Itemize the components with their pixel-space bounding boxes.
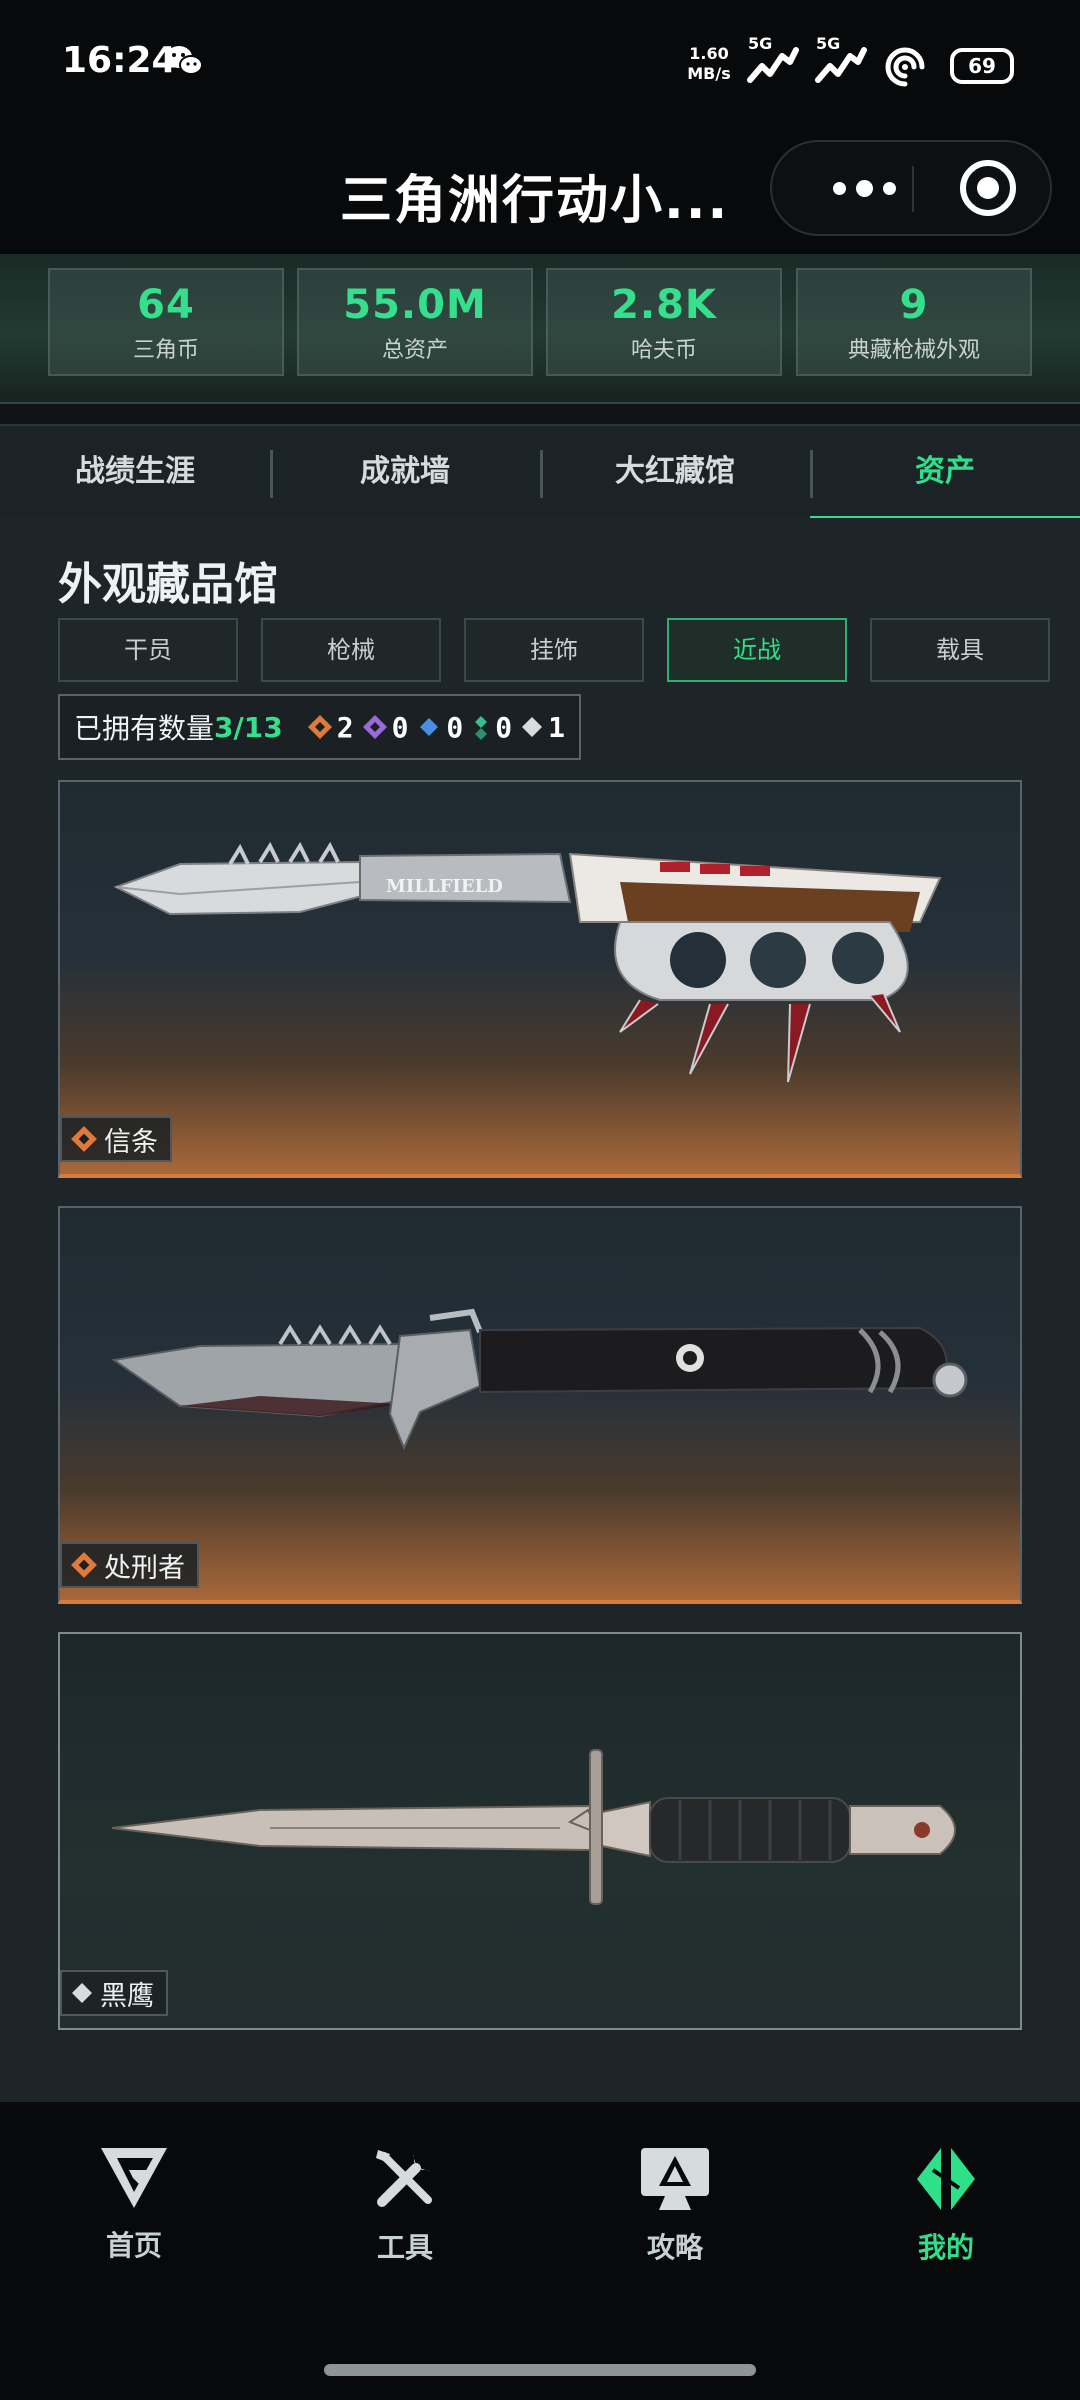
stat-label: 典藏枪械外观	[847, 338, 980, 363]
skin-name-tag: 处刑者	[60, 1542, 199, 1588]
stat-value: 2.8K	[611, 282, 717, 328]
section-title: 外观藏品馆	[58, 559, 278, 610]
svg-text:MILLFIELD: MILLFIELD	[386, 876, 503, 897]
dot-icon	[832, 181, 846, 195]
nav-guide[interactable]: 攻略	[585, 2146, 765, 2296]
orange-diamond-icon	[71, 1552, 97, 1578]
knife-image: MILLFIELD	[113, 841, 942, 1083]
white-diamond-icon	[72, 1983, 92, 2003]
knife-image	[111, 1308, 968, 1451]
green-diamond-icon	[475, 716, 488, 740]
net-speed-value: 1.60	[689, 44, 729, 63]
knife-image	[111, 1749, 956, 1905]
stat-label: 总资产	[381, 338, 448, 363]
owned-count-bar: 已拥有数量 3/13 2 0 0 0 1	[58, 694, 581, 760]
more-options-button[interactable]	[814, 142, 914, 234]
tab-career[interactable]: 战绩生涯	[0, 426, 270, 518]
stat-card-total-assets: 55.0M 总资产	[297, 268, 533, 376]
signal-icon	[747, 47, 799, 83]
skin-collection-section: 外观藏品馆 干员 枪械 挂饰 近战 载具 已拥有数量 3/13 2 0 0 0 …	[0, 518, 1080, 2102]
capsule-menu	[770, 140, 1052, 236]
stat-card-delta-coin: 64 三角币	[48, 268, 284, 376]
skin-name: 黑鹰	[100, 1980, 154, 2012]
bottom-navigation: 首页 工具 攻略 我的	[0, 2102, 1080, 2400]
filter-melee[interactable]: 近战	[667, 618, 847, 682]
net-speed-unit: MB/s	[687, 64, 731, 83]
rarity-count: 2	[336, 710, 354, 744]
page-title: 三角洲行动小...	[340, 171, 730, 231]
rarity-count: 0	[495, 710, 513, 744]
rarity-purple-count: 0	[362, 710, 409, 744]
guide-icon	[641, 2148, 709, 2210]
nav-label: 首页	[105, 2229, 162, 2262]
dot-icon	[882, 181, 896, 195]
stat-card-classic-skins: 9 典藏枪械外观	[796, 268, 1032, 376]
signal-1: 5G	[746, 32, 802, 88]
mini-program-header: 三角洲行动小...	[0, 130, 1080, 254]
orange-diamond-icon	[307, 715, 332, 739]
nav-label: 攻略	[646, 2231, 703, 2264]
filter-vehicles[interactable]: 载具	[870, 618, 1050, 682]
filter-charms[interactable]: 挂饰	[464, 618, 644, 682]
filter-operators[interactable]: 干员	[58, 618, 238, 682]
rarity-white-count: 1	[520, 711, 565, 744]
target-icon	[977, 177, 999, 199]
melee-skin-card[interactable]: MILLFIELD 信条	[58, 780, 1022, 1178]
signal-2: 5G	[814, 32, 870, 88]
skin-name-tag: 信条	[60, 1116, 172, 1162]
stat-card-haf-coin: 2.8K 哈夫币	[546, 268, 782, 376]
purple-diamond-icon	[362, 715, 387, 739]
net-speed: 1.60 MB/s	[684, 44, 734, 84]
nav-home[interactable]: 首页	[44, 2146, 224, 2296]
tab-assets[interactable]: 资产	[810, 426, 1080, 518]
tab-achievements[interactable]: 成就墙	[270, 426, 540, 518]
melee-skin-card[interactable]: 黑鹰	[58, 1632, 1022, 2030]
battery-indicator: 69	[950, 48, 1014, 84]
status-time: 16:24	[62, 40, 177, 81]
skin-name: 处刑者	[104, 1552, 185, 1584]
hotspot-icon	[885, 47, 925, 87]
capsule-divider	[912, 166, 914, 212]
status-bar: 16:24 1.60 MB/s 5G 5G 69	[0, 0, 1080, 130]
rarity-count: 1	[548, 710, 565, 744]
rarity-blue-count: 0	[416, 711, 463, 744]
blue-diamond-icon	[420, 718, 439, 736]
dot-icon	[855, 179, 873, 197]
nav-label: 工具	[376, 2231, 433, 2264]
signal-icon	[815, 47, 867, 83]
tab-red-collection[interactable]: 大红藏馆	[540, 426, 810, 518]
tools-icon	[376, 2150, 432, 2207]
wechat-icon	[166, 46, 203, 75]
home-logo-icon	[101, 2148, 167, 2208]
asset-stats: 64 三角币 55.0M 总资产 2.8K 哈夫币 9 典藏枪械外观	[0, 254, 1080, 404]
rarity-count: 0	[446, 710, 464, 744]
filter-guns[interactable]: 枪械	[261, 618, 441, 682]
rarity-count: 0	[391, 710, 409, 744]
stat-value: 55.0M	[343, 282, 487, 328]
close-mini-program-button[interactable]	[960, 160, 1016, 216]
stat-label: 三角币	[132, 338, 199, 363]
nav-tools[interactable]: 工具	[315, 2146, 495, 2296]
owned-label: 已拥有数量	[74, 712, 215, 745]
profile-logo-icon	[917, 2148, 975, 2210]
profile-tabs: 战绩生涯 成就墙 大红藏馆 资产	[0, 424, 1080, 520]
rarity-orange-count: 2	[307, 711, 354, 744]
orange-diamond-icon	[71, 1126, 97, 1152]
stat-value: 64	[137, 282, 195, 328]
skin-name: 信条	[104, 1126, 158, 1158]
nav-profile[interactable]: 我的	[856, 2146, 1036, 2296]
stat-value: 9	[899, 282, 929, 328]
stat-label: 哈夫币	[630, 338, 697, 363]
white-diamond-icon	[522, 717, 543, 737]
melee-skin-card[interactable]: 处刑者	[58, 1206, 1022, 1604]
skin-name-tag: 黑鹰	[60, 1970, 168, 2016]
nav-label: 我的	[917, 2231, 974, 2264]
owned-count: 3/13	[214, 710, 283, 744]
rarity-green-count: 0	[471, 711, 512, 744]
home-indicator[interactable]	[324, 2364, 756, 2376]
